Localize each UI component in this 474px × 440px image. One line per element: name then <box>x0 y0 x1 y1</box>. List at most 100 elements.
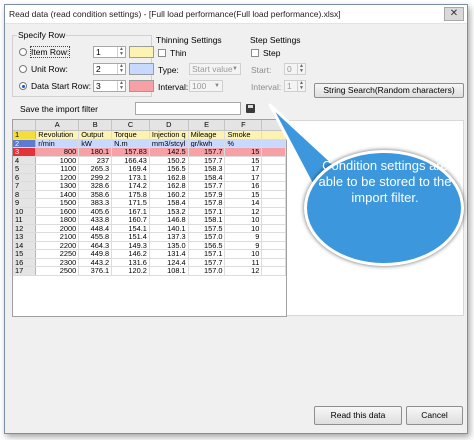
table-cell[interactable]: 171.5 <box>111 198 150 208</box>
table-cell[interactable]: 156.5 <box>149 164 189 174</box>
table-cell[interactable]: 157.9 <box>188 190 226 199</box>
table-cell[interactable]: 2500 <box>35 266 80 276</box>
table-cell[interactable]: 140.1 <box>149 224 189 233</box>
table-cell[interactable]: 12 <box>224 266 263 276</box>
table-cell[interactable]: Injection q <box>149 130 189 140</box>
table-cell[interactable]: 464.3 <box>78 241 113 250</box>
table-cell[interactable]: 157.1 <box>188 207 226 216</box>
table-cell[interactable]: 157.83 <box>111 147 150 157</box>
table-cell[interactable]: 157.0 <box>188 266 226 276</box>
table-cell[interactable]: 157.5 <box>188 224 226 233</box>
column-header[interactable]: B <box>78 120 113 131</box>
table-cell[interactable] <box>261 241 286 250</box>
row-number[interactable]: 7 <box>13 181 37 191</box>
table-cell[interactable]: 157.7 <box>188 156 226 165</box>
unit-row-color-swatch[interactable] <box>129 63 154 75</box>
table-cell[interactable]: 2200 <box>35 241 80 250</box>
table-cell[interactable]: 1100 <box>35 164 80 174</box>
table-row[interactable]: 9 1500 383.3 171.5 158.4 157.8 14 <box>13 198 286 208</box>
row-number[interactable]: 3 <box>13 147 37 157</box>
table-cell[interactable]: 158.1 <box>188 215 226 225</box>
table-cell[interactable]: 153.2 <box>149 207 189 216</box>
table-cell[interactable]: 433.8 <box>78 215 113 225</box>
table-cell[interactable]: 175.8 <box>111 190 150 199</box>
table-cell[interactable]: 10 <box>224 215 263 225</box>
table-cell[interactable]: Smoke <box>224 130 263 140</box>
save-filter-input[interactable] <box>135 102 241 115</box>
table-cell[interactable]: 158.4 <box>188 173 226 182</box>
table-cell[interactable] <box>261 215 286 225</box>
table-cell[interactable] <box>261 207 286 216</box>
row-number[interactable]: 2 <box>13 139 37 148</box>
table-cell[interactable]: 455.8 <box>78 232 113 242</box>
table-cell[interactable]: 157.0 <box>188 232 226 242</box>
row-number[interactable]: 10 <box>13 207 37 216</box>
column-header[interactable]: F <box>224 120 263 131</box>
table-cell[interactable]: Output <box>78 130 113 140</box>
table-cell[interactable]: 299.2 <box>78 173 113 182</box>
item-row-radio[interactable] <box>19 48 27 56</box>
read-this-data-button[interactable]: Read this data <box>314 406 402 425</box>
row-number[interactable]: 12 <box>13 224 37 233</box>
row-number[interactable]: 9 <box>13 198 37 208</box>
row-number[interactable]: 15 <box>13 249 37 259</box>
table-cell[interactable]: 12 <box>224 207 263 216</box>
table-cell[interactable] <box>261 224 286 233</box>
step-interval-stepper[interactable]: 1 ▲ ▼ <box>284 80 306 92</box>
save-icon[interactable] <box>246 104 255 113</box>
step-start-stepper[interactable]: 0 ▲ ▼ <box>284 63 306 75</box>
table-cell[interactable]: 1500 <box>35 198 80 208</box>
table-row[interactable]: 1 Revolution Output Torque Injection q Mileag… <box>13 130 286 140</box>
spreadsheet-preview[interactable]: ABCDEF 1 Revolution Output Torque Injection … <box>12 119 287 317</box>
table-cell[interactable]: 16 <box>224 181 263 191</box>
table-cell[interactable]: 449.8 <box>78 249 113 259</box>
table-cell[interactable]: Mileage <box>188 130 226 140</box>
table-row[interactable]: 4 1000 237 166.43 150.2 157.7 15 <box>13 156 286 165</box>
table-row[interactable]: 11 1800 433.8 160.7 146.8 158.1 10 <box>13 215 286 225</box>
table-cell[interactable]: 124.4 <box>149 258 189 267</box>
table-cell[interactable]: 405.6 <box>78 207 113 216</box>
table-cell[interactable]: 146.8 <box>149 215 189 225</box>
table-cell[interactable]: 15 <box>224 190 263 199</box>
column-header[interactable]: E <box>188 120 226 131</box>
table-cell[interactable]: 157.8 <box>188 198 226 208</box>
table-cell[interactable]: 162.8 <box>149 173 189 182</box>
thin-checkbox[interactable] <box>158 49 166 57</box>
table-row[interactable]: 8 1400 358.6 175.8 160.2 157.9 15 <box>13 190 286 199</box>
table-cell[interactable]: 131.4 <box>149 249 189 259</box>
table-row[interactable]: 6 1200 299.2 173.1 162.8 158.4 17 <box>13 173 286 182</box>
table-cell[interactable]: 149.3 <box>111 241 150 250</box>
table-cell[interactable]: 108.1 <box>149 266 189 276</box>
table-cell[interactable]: 1600 <box>35 207 80 216</box>
unit-row-stepper[interactable]: 2 ▲ ▼ <box>93 63 126 75</box>
table-cell[interactable]: 2100 <box>35 232 80 242</box>
column-header[interactable]: C <box>111 120 150 131</box>
table-cell[interactable]: 1400 <box>35 190 80 199</box>
table-cell[interactable]: 2300 <box>35 258 80 267</box>
table-cell[interactable]: mm3/stcyl <box>149 139 189 148</box>
table-cell[interactable] <box>261 249 286 259</box>
table-row[interactable]: 17 2500 376.1 120.2 108.1 157.0 12 <box>13 266 286 276</box>
table-cell[interactable]: 1000 <box>35 156 80 165</box>
table-row[interactable]: 10 1600 405.6 167.1 153.2 157.1 12 <box>13 207 286 216</box>
table-cell[interactable]: 9 <box>224 241 263 250</box>
table-cell[interactable]: 180.1 <box>78 147 113 157</box>
table-cell[interactable]: 160.7 <box>111 215 150 225</box>
table-cell[interactable]: 10 <box>224 224 263 233</box>
table-row[interactable]: 14 2200 464.3 149.3 135.0 156.5 9 <box>13 241 286 250</box>
table-cell[interactable]: 358.6 <box>78 190 113 199</box>
table-cell[interactable]: 167.1 <box>111 207 150 216</box>
row-number[interactable]: 13 <box>13 232 37 242</box>
table-cell[interactable]: kW <box>78 139 113 148</box>
table-row[interactable]: 5 1100 265.3 169.4 156.5 158.3 17 <box>13 164 286 174</box>
table-cell[interactable]: 383.3 <box>78 198 113 208</box>
table-cell[interactable]: 131.6 <box>111 258 150 267</box>
table-cell[interactable]: 162.8 <box>149 181 189 191</box>
table-cell[interactable]: 151.4 <box>111 232 150 242</box>
table-cell[interactable]: 9 <box>224 232 263 242</box>
table-cell[interactable] <box>261 266 286 276</box>
row-number[interactable]: 11 <box>13 215 37 225</box>
thinning-type-select[interactable]: Start value ▼ <box>189 63 241 75</box>
table-cell[interactable]: 10 <box>224 249 263 259</box>
column-header[interactable]: D <box>149 120 189 131</box>
